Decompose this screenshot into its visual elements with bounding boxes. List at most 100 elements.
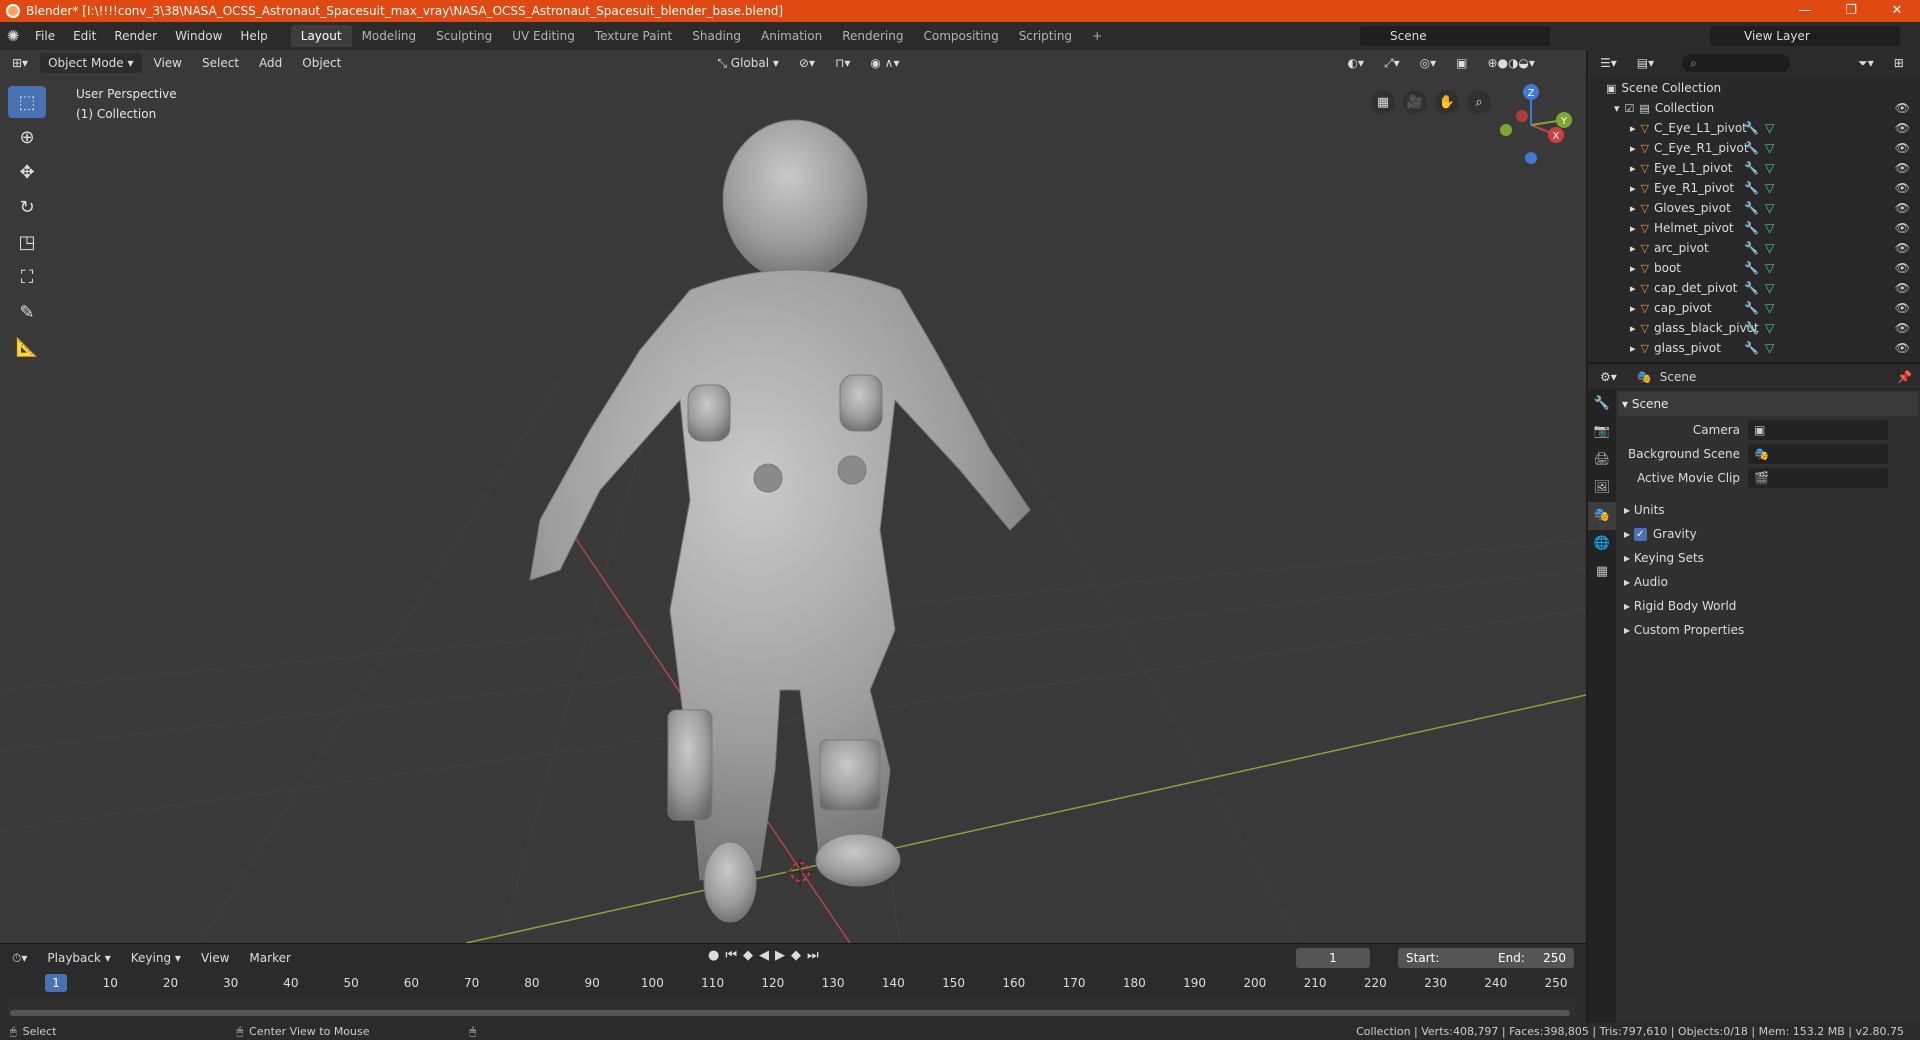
pan-hand-icon[interactable]: ✋ [1435, 90, 1459, 114]
scene-selector[interactable]: Scene [1360, 26, 1550, 46]
maximize-button[interactable]: ❐ [1828, 0, 1874, 22]
expand-arrow-icon[interactable]: ▸ [1630, 222, 1636, 235]
visibility-icon[interactable]: ◐▾ [1339, 53, 1372, 73]
mesh-data-icon[interactable]: ▽ [1765, 141, 1774, 155]
modifier-icon[interactable]: 🔧 [1744, 321, 1759, 335]
keying-sets-panel[interactable]: ▸ Keying Sets [1618, 546, 1918, 570]
eye-icon[interactable]: 👁 [1895, 121, 1910, 135]
tab-texture-paint[interactable]: Texture Paint [585, 25, 682, 47]
expand-arrow-icon[interactable]: ▸ [1630, 202, 1636, 215]
audio-panel[interactable]: ▸ Audio [1618, 570, 1918, 594]
outliner-item[interactable]: ▸ ▽ arc_pivot 🔧 ▽ 👁 [1588, 238, 1920, 258]
scene-tab-icon-active[interactable]: 🎭 [1588, 502, 1616, 530]
camera-view-icon[interactable]: 🎥 [1403, 90, 1427, 114]
overlay-icon[interactable]: ◎▾ [1412, 53, 1445, 73]
rotate-tool-icon[interactable]: ↻ [8, 191, 46, 223]
tool-tab-icon[interactable]: 🔧 [1588, 390, 1616, 418]
custom-properties-panel[interactable]: ▸ Custom Properties [1618, 618, 1918, 642]
modifier-icon[interactable]: 🔧 [1744, 301, 1759, 315]
new-collection-icon[interactable]: ⊞ [1886, 53, 1912, 73]
menu-select[interactable]: Select [194, 53, 247, 73]
tab-modeling[interactable]: Modeling [352, 25, 427, 47]
render-tab-icon[interactable]: 📷 [1588, 418, 1616, 446]
display-mode-icon[interactable]: ▤▾ [1629, 53, 1662, 73]
expand-arrow-icon[interactable]: ▸ [1630, 302, 1636, 315]
collection-row[interactable]: ▾ ☑ ▤ Collection 👁 [1588, 98, 1920, 118]
modifier-icon[interactable]: 🔧 [1744, 281, 1759, 295]
menu-help[interactable]: Help [231, 29, 276, 43]
annotate-tool-icon[interactable]: ✎ [8, 296, 46, 328]
eye-icon[interactable]: 👁 [1895, 241, 1910, 255]
xray-icon[interactable]: ▣ [1448, 53, 1475, 73]
modifier-icon[interactable]: 🔧 [1744, 181, 1759, 195]
add-workspace-button[interactable]: + [1082, 25, 1112, 47]
play-reverse-icon[interactable]: ◀ [759, 948, 769, 963]
jump-start-icon[interactable]: ⏮ [725, 948, 737, 963]
frame-ruler[interactable]: 1 10 20 30 40 50 60 70 80 90 100 110 120 130 140 150 160… [8, 972, 1578, 996]
mesh-data-icon[interactable]: ▽ [1765, 161, 1774, 175]
outliner-item[interactable]: ▸ ▽ Eye_L1_pivot 🔧 ▽ 👁 [1588, 158, 1920, 178]
eye-icon[interactable]: 👁 [1895, 281, 1910, 295]
outliner-item[interactable]: ▸ ▽ C_Eye_L1_pivot 🔧 ▽ 👁 [1588, 118, 1920, 138]
menu-keying[interactable]: Keying ▾ [123, 948, 189, 968]
menu-render[interactable]: Render [105, 29, 166, 43]
mesh-data-icon[interactable]: ▽ [1765, 241, 1774, 255]
navigation-gizmo[interactable]: Z X Y [1486, 80, 1576, 170]
record-icon[interactable]: ● [708, 948, 719, 963]
outliner-item[interactable]: ▸ ▽ Eye_R1_pivot 🔧 ▽ 👁 [1588, 178, 1920, 198]
view-layer-tab-icon[interactable]: 🖼 [1588, 474, 1616, 502]
3d-viewport[interactable]: ⊞▾ Object Mode ▾ View Select Add Object … [0, 50, 1586, 943]
menu-edit[interactable]: Edit [64, 29, 105, 43]
outliner-item[interactable]: ▸ ▽ boot 🔧 ▽ 👁 [1588, 258, 1920, 278]
mesh-data-icon[interactable]: ▽ [1765, 181, 1774, 195]
checkbox-icon[interactable]: ☑ [1625, 102, 1635, 115]
eye-icon[interactable]: 👁 [1895, 181, 1910, 195]
scale-tool-icon[interactable]: ◳ [8, 226, 46, 258]
gravity-panel[interactable]: ▸ ✓ Gravity [1618, 522, 1918, 546]
expand-arrow-icon[interactable]: ▸ [1630, 182, 1636, 195]
mesh-data-icon[interactable]: ▽ [1765, 301, 1774, 315]
expand-arrow-icon[interactable]: ▸ [1630, 122, 1636, 135]
tab-uv-editing[interactable]: UV Editing [502, 25, 585, 47]
cursor-tool-icon[interactable]: ⊕ [8, 121, 46, 153]
menu-file[interactable]: File [26, 29, 64, 43]
outliner-item[interactable]: ▸ ▽ cap_det_pivot 🔧 ▽ 👁 [1588, 278, 1920, 298]
tab-compositing[interactable]: Compositing [913, 25, 1008, 47]
3d-cursor-icon[interactable] [786, 858, 814, 886]
close-button[interactable]: ✕ [1874, 0, 1920, 22]
menu-window[interactable]: Window [166, 29, 231, 43]
expand-arrow-icon[interactable]: ▸ [1630, 322, 1636, 335]
expand-arrow-icon[interactable]: ▸ [1630, 142, 1636, 155]
tab-sculpting[interactable]: Sculpting [426, 25, 502, 47]
menu-marker[interactable]: Marker [241, 948, 298, 968]
mesh-data-icon[interactable]: ▽ [1765, 201, 1774, 215]
transform-tool-icon[interactable]: ⛶ [8, 261, 46, 293]
editor-type-button[interactable]: ⊞▾ [4, 53, 36, 73]
modifier-icon[interactable]: 🔧 [1744, 241, 1759, 255]
outliner-editor-icon[interactable]: ☰▾ [1592, 53, 1625, 73]
gizmo-icon[interactable]: ⤢▾ [1376, 53, 1408, 73]
scene-panel-header[interactable]: ▾ Scene [1618, 392, 1918, 416]
orientation-selector[interactable]: ⤡ Global ▾ [709, 53, 787, 73]
scene-collection-row[interactable]: ▣ Scene Collection [1588, 78, 1920, 98]
grid-view-icon[interactable]: ▦ [1371, 90, 1395, 114]
modifier-icon[interactable]: 🔧 [1744, 161, 1759, 175]
output-tab-icon[interactable]: 🖨 [1588, 446, 1616, 474]
tab-shading[interactable]: Shading [682, 25, 751, 47]
shading-modes[interactable]: ⊕●◑◒▾ [1479, 53, 1543, 73]
current-frame-field[interactable]: 1 [1296, 948, 1370, 968]
outliner-item[interactable]: ▸ ▽ C_Eye_R1_pivot 🔧 ▽ 👁 [1588, 138, 1920, 158]
next-keyframe-icon[interactable]: ◆ [791, 948, 801, 963]
pivot-icon[interactable]: ⊘▾ [791, 53, 823, 73]
modifier-icon[interactable]: 🔧 [1744, 261, 1759, 275]
camera-field[interactable]: ▣ [1748, 420, 1888, 440]
outliner-item[interactable]: ▸ ▽ cap_pivot 🔧 ▽ 👁 [1588, 298, 1920, 318]
tab-animation[interactable]: Animation [751, 25, 832, 47]
expand-arrow-icon[interactable]: ▸ [1630, 342, 1636, 355]
modifier-icon[interactable]: 🔧 [1744, 221, 1759, 235]
jump-end-icon[interactable]: ⏭ [807, 948, 819, 963]
rigid-body-world-panel[interactable]: ▸ Rigid Body World [1618, 594, 1918, 618]
outliner-item[interactable]: ▸ ▽ glass_black_pivot 🔧 ▽ 👁 [1588, 318, 1920, 338]
move-tool-icon[interactable]: ✥ [8, 156, 46, 188]
mesh-data-icon[interactable]: ▽ [1765, 221, 1774, 235]
